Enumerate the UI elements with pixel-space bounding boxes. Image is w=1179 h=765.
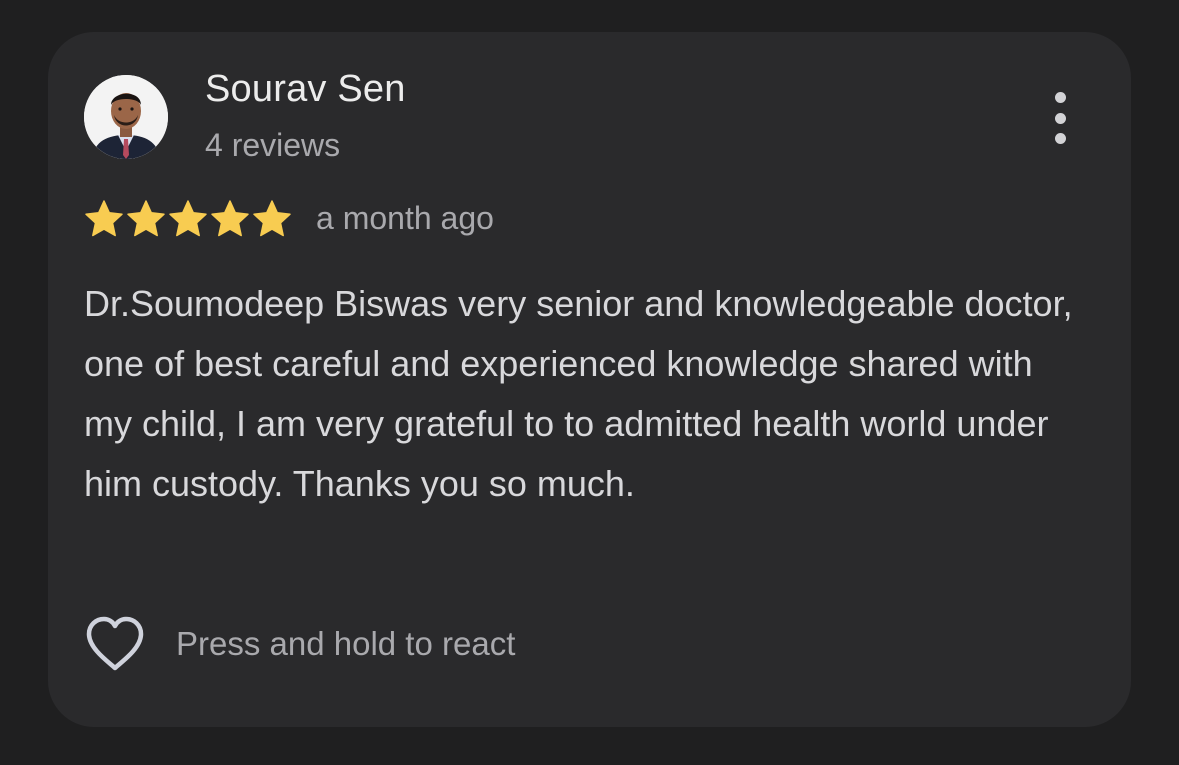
avatar[interactable] <box>84 75 168 159</box>
star-icon <box>126 199 166 237</box>
reviewer-name[interactable]: Sourav Sen <box>205 68 406 111</box>
avatar-photo <box>84 75 168 159</box>
rating-row: a month ago <box>84 196 494 240</box>
heart-outline-icon[interactable] <box>84 615 146 673</box>
review-card: Sourav Sen 4 reviews a month ago Dr.Soum… <box>48 32 1131 727</box>
star-icon <box>210 199 250 237</box>
star-rating <box>84 199 292 237</box>
react-prompt-label: Press and hold to react <box>176 625 516 662</box>
more-options-button[interactable] <box>1036 88 1084 148</box>
star-icon <box>168 199 208 237</box>
reviewer-review-count: 4 reviews <box>205 127 341 163</box>
star-icon <box>84 199 124 237</box>
react-control[interactable]: Press and hold to react <box>84 614 515 674</box>
star-icon <box>252 199 292 237</box>
review-time: a month ago <box>316 199 494 236</box>
review-text: Dr.Soumodeep Biswas very senior and know… <box>84 283 1073 504</box>
